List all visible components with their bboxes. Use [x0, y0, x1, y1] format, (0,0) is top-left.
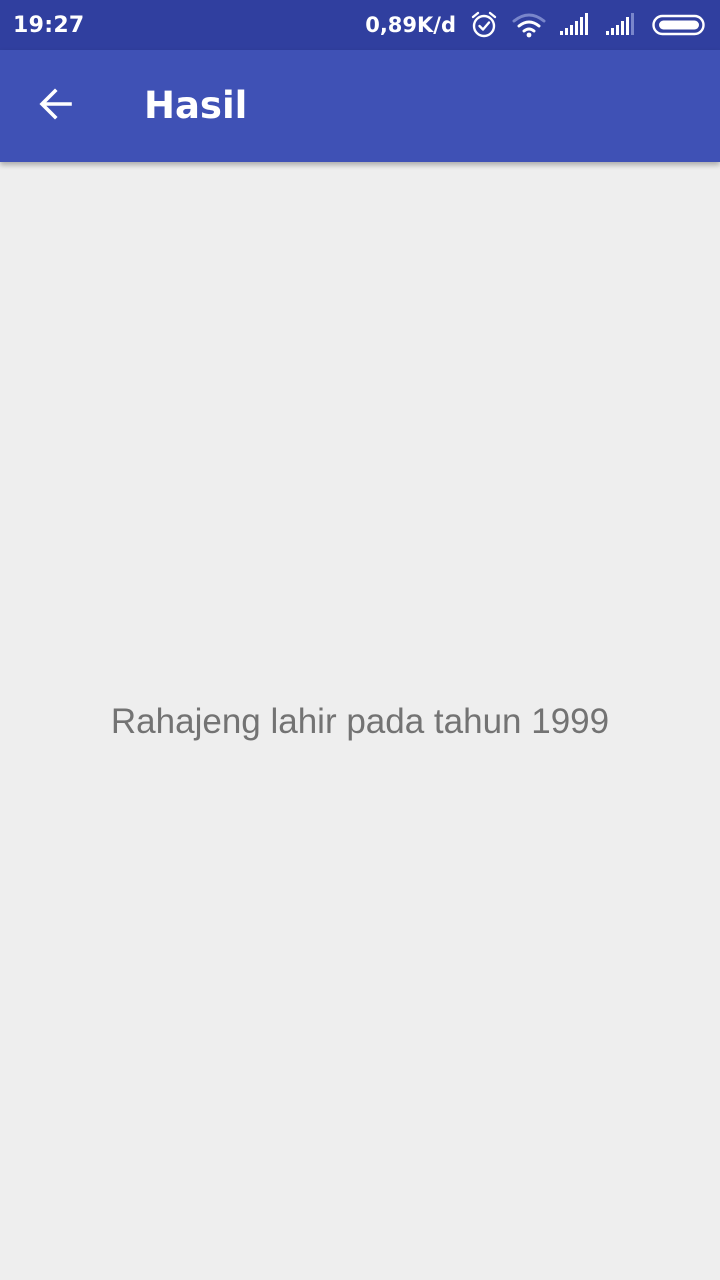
page-title: Hasil	[144, 84, 248, 127]
arrow-back-icon	[38, 86, 74, 126]
status-time: 19:27	[13, 12, 85, 38]
wifi-icon	[512, 12, 546, 38]
signal-icon	[606, 13, 638, 37]
status-icons: 0,89K/d	[365, 11, 708, 39]
result-text: Rahajeng lahir pada tahun 1999	[110, 702, 610, 741]
signal-icon	[560, 13, 592, 37]
content-area: Rahajeng lahir pada tahun 1999	[0, 162, 720, 1280]
status-bar: 19:27 0,89K/d	[0, 0, 720, 50]
alarm-icon	[470, 11, 498, 39]
back-button[interactable]	[24, 74, 88, 138]
app-bar: Hasil	[0, 50, 720, 162]
battery-icon	[652, 13, 708, 37]
network-speed: 0,89K/d	[365, 13, 456, 37]
